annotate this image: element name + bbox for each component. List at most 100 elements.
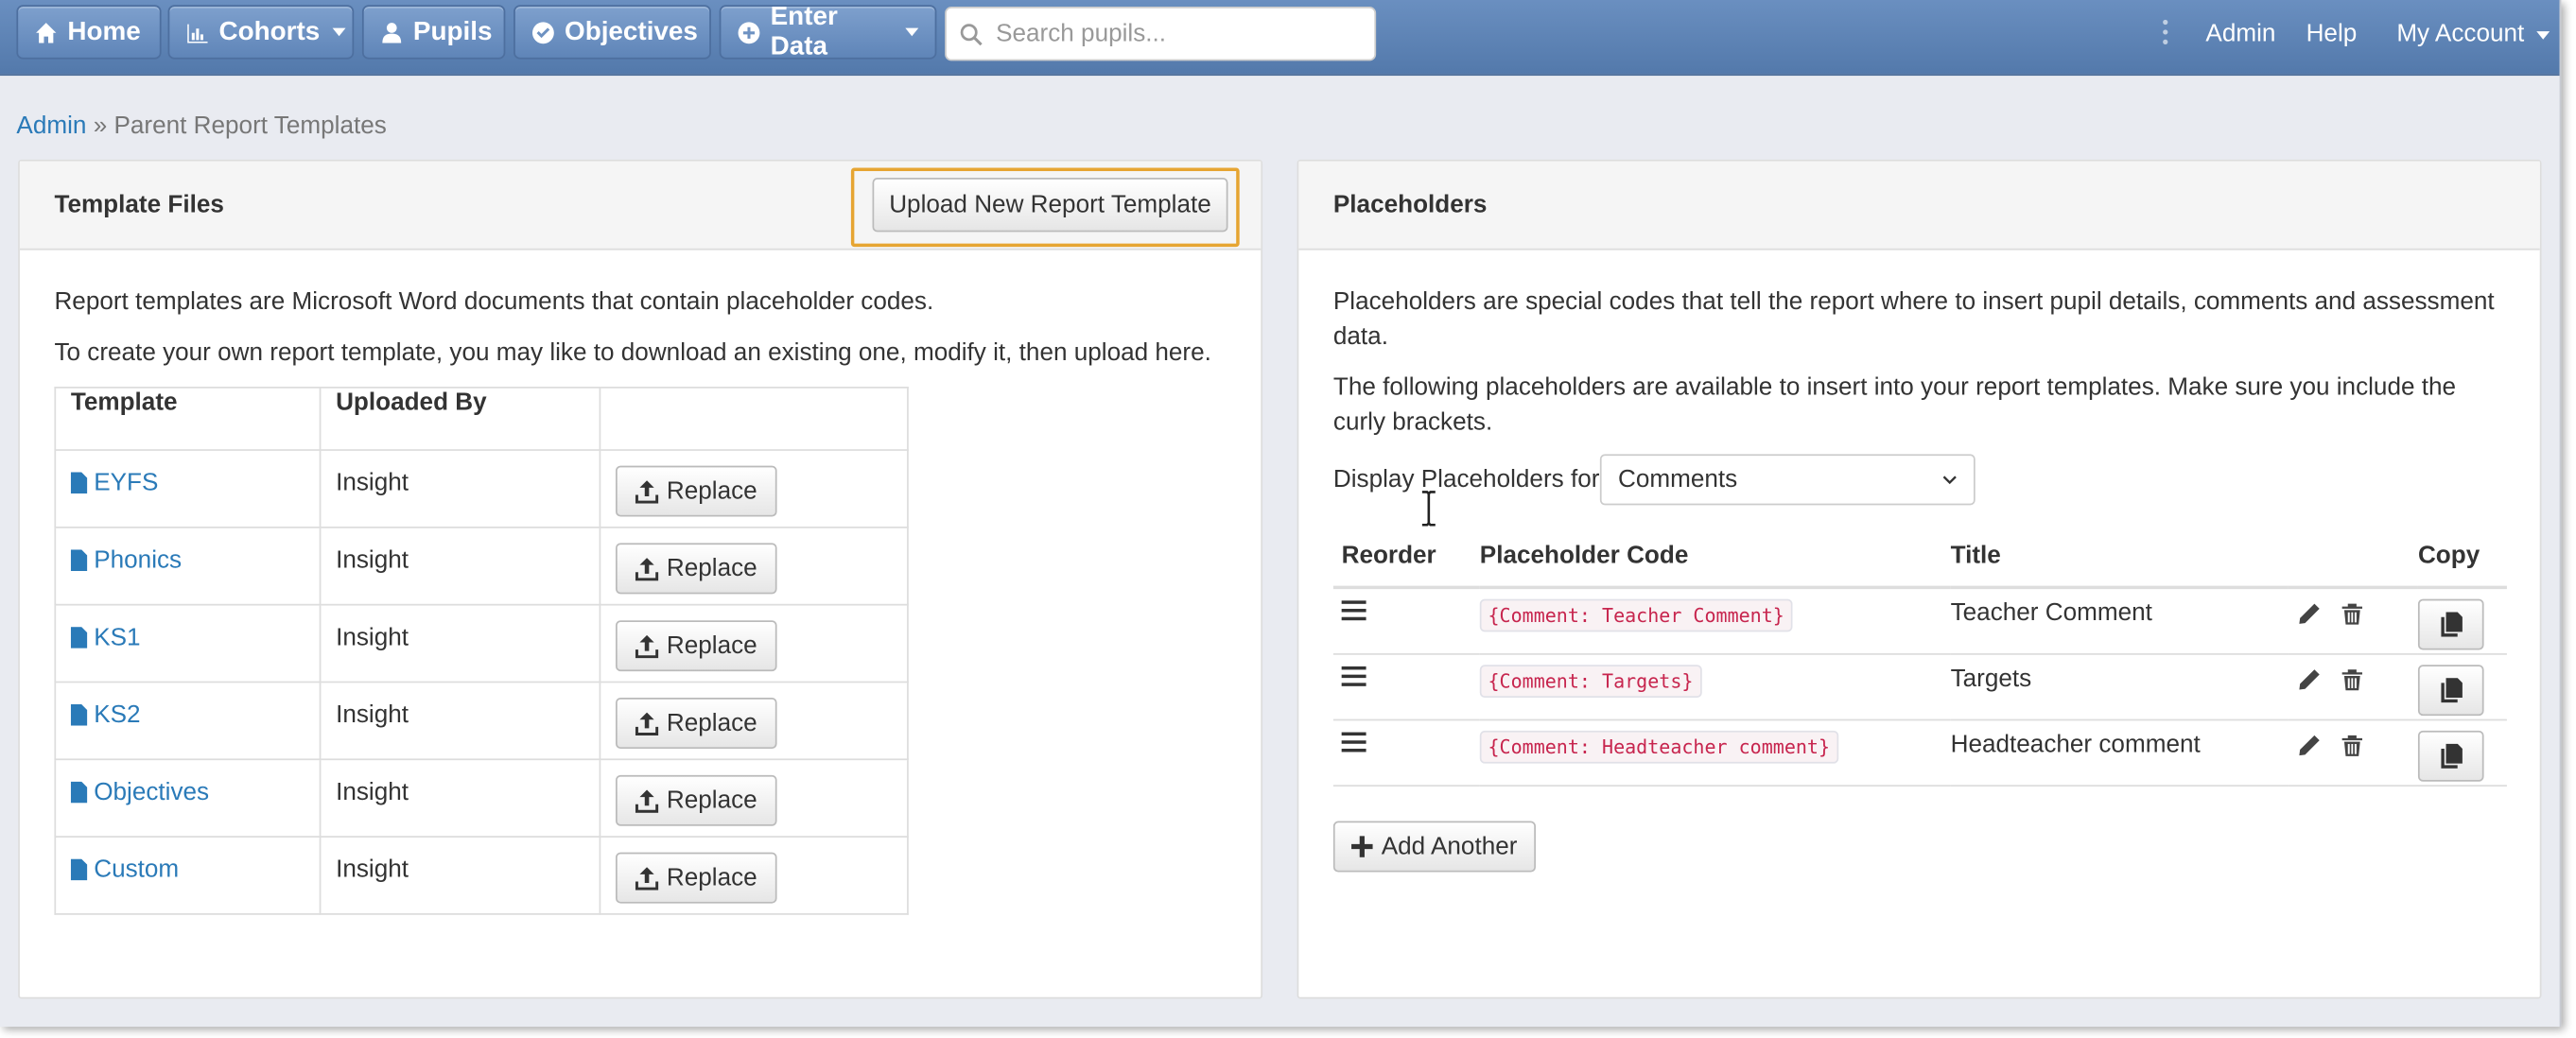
placeholders-panel: Placeholders Placeholders are special co… (1297, 159, 2542, 999)
placeholders-table: Reorder Placeholder Code Title Copy {Com… (1332, 541, 2507, 787)
search-icon (960, 23, 983, 45)
check-circle-icon (531, 21, 554, 43)
column-header: Uploaded By (319, 387, 601, 451)
chevron-down-icon (333, 27, 347, 37)
template-link-objectives[interactable]: Objectives (70, 778, 320, 806)
template-link-eyfs[interactable]: EYFS (70, 469, 320, 497)
table-row: Custom Insight Replace (54, 836, 909, 915)
add-another-button[interactable]: Add Another (1332, 821, 1536, 873)
uploaded-by: Insight (319, 449, 601, 528)
table-row: EYFS Insight Replace (54, 449, 909, 528)
app-window: Home Cohorts Pupils Objectives Enter Dat… (0, 0, 2562, 1028)
home-button[interactable]: Home (16, 5, 162, 60)
trash-icon[interactable] (2341, 667, 2363, 690)
add-another-label: Add Another (1381, 832, 1518, 861)
breadcrumb: Admin » Parent Report Templates (16, 112, 386, 140)
user-icon (382, 22, 402, 43)
enter-data-menu[interactable]: Enter Data (719, 2, 937, 61)
column-header: Reorder (1332, 541, 1480, 590)
pupils-button[interactable]: Pupils (361, 5, 506, 60)
plus-circle-icon (738, 21, 760, 43)
template-link-phonics[interactable]: Phonics (70, 546, 320, 574)
pencil-icon[interactable] (2298, 667, 2321, 690)
replace-button[interactable]: Replace (615, 698, 777, 749)
breadcrumb-admin-link[interactable]: Admin (16, 112, 86, 140)
home-label: Home (67, 17, 141, 45)
template-link-ks2[interactable]: KS2 (70, 701, 320, 729)
my-account-menu[interactable]: My Account (2396, 20, 2550, 47)
copy-button[interactable] (2417, 598, 2484, 650)
uploaded-by: Insight (319, 681, 601, 761)
upload-icon (635, 788, 659, 812)
trash-icon[interactable] (2341, 733, 2363, 756)
file-icon (70, 549, 88, 571)
table-row: Phonics Insight Replace (54, 526, 909, 606)
drag-handle-icon[interactable] (1341, 599, 1366, 622)
copy-button[interactable] (2417, 729, 2484, 781)
replace-label: Replace (666, 631, 757, 660)
replace-button[interactable]: Replace (615, 774, 777, 826)
copy-button[interactable] (2417, 664, 2484, 716)
placeholder-type-select[interactable]: Comments (1599, 454, 1976, 506)
copy-icon (2440, 742, 2463, 768)
enter-data-label: Enter Data (770, 2, 838, 61)
placeholder-code: {Comment: Teacher Comment} (1479, 598, 1793, 632)
replace-button[interactable]: Replace (615, 465, 777, 517)
file-icon (70, 627, 88, 649)
cohorts-menu[interactable]: Cohorts (167, 5, 355, 60)
file-icon (70, 472, 88, 494)
trash-icon[interactable] (2341, 602, 2363, 625)
help-link[interactable]: Help (2306, 20, 2358, 48)
divider-dots (2163, 19, 2169, 49)
objectives-button[interactable]: Objectives (513, 5, 711, 60)
search-box[interactable] (945, 6, 1377, 61)
pencil-icon[interactable] (2298, 602, 2321, 625)
replace-label: Replace (666, 554, 757, 583)
uploaded-by: Insight (319, 526, 601, 606)
table-row: KS1 Insight Replace (54, 603, 909, 683)
plus-icon (1351, 836, 1374, 857)
cohorts-label: Cohorts (218, 17, 321, 45)
uploaded-by: Insight (319, 758, 601, 838)
upload-icon (635, 479, 659, 503)
upload-template-button[interactable]: Upload New Report Template (872, 177, 1228, 233)
replace-button[interactable]: Replace (615, 543, 777, 595)
replace-button[interactable]: Replace (615, 620, 777, 672)
replace-label: Replace (666, 863, 757, 892)
breadcrumb-current: Parent Report Templates (113, 112, 387, 140)
placeholders-header: Placeholders (1298, 161, 2540, 251)
placeholder-code: {Comment: Headteacher comment} (1479, 729, 1838, 763)
replace-button[interactable]: Replace (615, 852, 777, 904)
template-name: KS1 (94, 623, 141, 652)
file-icon (70, 703, 88, 726)
template-files-title: Template Files (54, 190, 224, 219)
top-navbar: Home Cohorts Pupils Objectives Enter Dat… (0, 0, 2560, 77)
bar-chart-icon (187, 23, 208, 43)
replace-label: Replace (666, 787, 757, 815)
template-name: Objectives (94, 778, 210, 806)
objectives-label: Objectives (565, 17, 698, 45)
pencil-icon[interactable] (2298, 733, 2321, 755)
template-link-custom[interactable]: Custom (70, 856, 320, 884)
pupils-label: Pupils (412, 17, 493, 45)
chevron-down-icon (2535, 30, 2550, 39)
table-row: Objectives Insight Replace (54, 758, 909, 838)
template-link-ks1[interactable]: KS1 (70, 623, 320, 652)
copy-icon (2440, 677, 2463, 702)
placeholders-title: Placeholders (1332, 190, 1488, 219)
upload-icon (635, 866, 659, 890)
chevron-down-icon (905, 27, 919, 37)
search-input[interactable] (992, 18, 1362, 50)
admin-link[interactable]: Admin (2205, 20, 2275, 48)
drag-handle-icon[interactable] (1341, 730, 1366, 753)
column-header: Template (54, 387, 322, 451)
drag-handle-icon[interactable] (1341, 664, 1366, 686)
column-header: Title (1950, 541, 2289, 590)
table-row: {Comment: Teacher Comment} Teacher Comme… (1332, 587, 2507, 654)
column-header: Copy (2417, 541, 2507, 590)
template-name: Custom (94, 856, 180, 884)
placeholder-title: Targets (1950, 653, 2289, 720)
text-cursor-icon (1421, 491, 1436, 527)
placeholder-title: Teacher Comment (1950, 587, 2289, 654)
placeholder-title: Headteacher comment (1950, 718, 2289, 787)
